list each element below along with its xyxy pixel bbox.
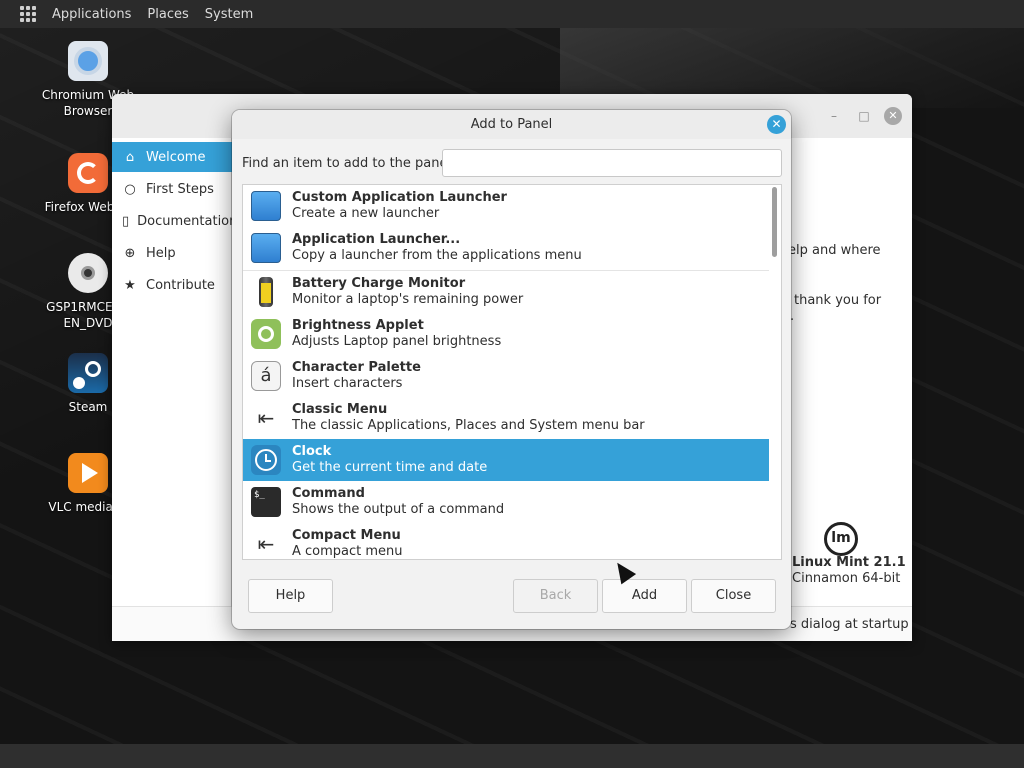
item-title: Classic Menu — [292, 402, 388, 417]
list-item[interactable]: ⇤ Compact Menu A compact menu — [243, 523, 769, 559]
item-description: Get the current time and date — [292, 460, 488, 475]
item-description: Monitor a laptop's remaining power — [292, 292, 524, 307]
book-icon: ▯ — [122, 213, 130, 229]
bottom-panel — [0, 744, 1024, 768]
item-title: Application Launcher... — [292, 232, 461, 247]
back-button[interactable]: Back — [513, 579, 598, 613]
star-icon: ★ — [124, 277, 136, 293]
menu-applications[interactable]: Applications — [44, 7, 139, 22]
list-item-selected[interactable]: Clock Get the current time and date — [243, 439, 769, 481]
welcome-text-fragment: elp and where — [788, 243, 881, 258]
welcome-sidebar: ⌂ Welcome ○ First Steps ▯ Documentation … — [112, 138, 237, 608]
list-item[interactable]: Brightness Applet Adjusts Laptop panel b… — [243, 313, 769, 355]
close-button[interactable]: Close — [691, 579, 776, 613]
mint-version: Linux Mint 21.1 — [792, 555, 906, 570]
item-title: Brightness Applet — [292, 318, 424, 333]
list-item[interactable]: ⇤ Classic Menu The classic Applications,… — [243, 397, 769, 439]
item-description: Create a new launcher — [292, 206, 440, 221]
find-item-label: Find an item to add to the panel: — [242, 156, 456, 171]
home-icon: ⌂ — [125, 149, 135, 165]
item-title: Character Palette — [292, 360, 421, 375]
sidebar-item-contribute[interactable]: ★ Contribute — [112, 270, 232, 300]
item-description: The classic Applications, Places and Sys… — [292, 418, 645, 433]
item-description: A compact menu — [292, 544, 403, 559]
welcome-text-fragment: thank you for — [794, 293, 882, 308]
add-to-panel-dialog: Add to Panel ✕ Find an item to add to th… — [232, 110, 791, 629]
sidebar-item-label: First Steps — [146, 181, 214, 197]
close-icon[interactable]: ✕ — [767, 115, 786, 134]
dialog-titlebar[interactable]: Add to Panel — [232, 110, 791, 139]
sidebar-item-label: Contribute — [146, 277, 215, 293]
brightness-icon — [251, 319, 281, 349]
top-panel: Applications Places System — [0, 0, 1024, 28]
clock-icon — [251, 445, 281, 475]
item-title: Custom Application Launcher — [292, 190, 507, 205]
menu-system[interactable]: System — [197, 7, 261, 22]
list-item[interactable]: Battery Charge Monitor Monitor a laptop'… — [243, 271, 769, 313]
minimize-icon[interactable]: – — [826, 108, 842, 124]
linux-mint-logo-icon: lm — [824, 522, 858, 556]
item-title: Clock — [292, 444, 332, 459]
show-dialog-at-startup-label[interactable]: s dialog at startup — [790, 617, 909, 632]
item-description: Shows the output of a command — [292, 502, 505, 517]
item-title: Command — [292, 486, 365, 501]
close-icon[interactable]: ✕ — [884, 107, 902, 125]
list-item[interactable]: á Character Palette Insert characters — [243, 355, 769, 397]
vlc-icon — [68, 453, 108, 493]
item-description: Copy a launcher from the applications me… — [292, 248, 582, 263]
steam-icon — [68, 353, 108, 393]
chromium-icon — [68, 41, 108, 81]
firefox-icon — [68, 153, 108, 193]
mint-edition: Cinnamon 64-bit — [792, 571, 901, 586]
applications-grid-icon[interactable] — [20, 6, 36, 22]
list-scrollbar[interactable] — [772, 187, 777, 257]
item-description: Adjusts Laptop panel brightness — [292, 334, 502, 349]
list-item[interactable]: $_ Command Shows the output of a command — [243, 481, 769, 523]
classic-menu-icon: ⇤ — [257, 406, 275, 430]
lifebuoy-icon: ⊕ — [124, 245, 136, 261]
sidebar-item-label: Documentation — [137, 213, 238, 229]
menu-places[interactable]: Places — [139, 7, 196, 22]
maximize-icon[interactable]: □ — [856, 108, 872, 124]
item-title: Battery Charge Monitor — [292, 276, 466, 291]
item-description: Insert characters — [292, 376, 403, 391]
character-palette-icon: á — [251, 361, 281, 391]
battery-icon — [259, 277, 273, 307]
search-input[interactable] — [442, 149, 782, 177]
dialog-title: Add to Panel — [470, 117, 553, 132]
help-button[interactable]: Help — [248, 579, 333, 613]
sidebar-item-first-steps[interactable]: ○ First Steps — [112, 174, 232, 204]
list-item[interactable]: Custom Application Launcher Create a new… — [243, 185, 769, 227]
sidebar-item-welcome[interactable]: ⌂ Welcome — [112, 142, 232, 172]
disc-icon — [68, 253, 108, 293]
list-item[interactable]: Application Launcher... Copy a launcher … — [243, 227, 769, 269]
sidebar-item-help[interactable]: ⊕ Help — [112, 238, 232, 268]
launcher-icon — [251, 191, 281, 221]
sidebar-item-label: Welcome — [146, 149, 206, 165]
item-title: Compact Menu — [292, 528, 401, 543]
terminal-icon: $_ — [251, 487, 281, 517]
sidebar-item-documentation[interactable]: ▯ Documentation — [112, 206, 237, 236]
add-button[interactable]: Add — [602, 579, 687, 613]
launcher-icon — [251, 233, 281, 263]
lightbulb-icon: ○ — [124, 181, 136, 197]
compact-menu-icon: ⇤ — [257, 532, 275, 556]
applet-list[interactable]: Custom Application Launcher Create a new… — [242, 184, 782, 560]
sidebar-item-label: Help — [146, 245, 176, 261]
